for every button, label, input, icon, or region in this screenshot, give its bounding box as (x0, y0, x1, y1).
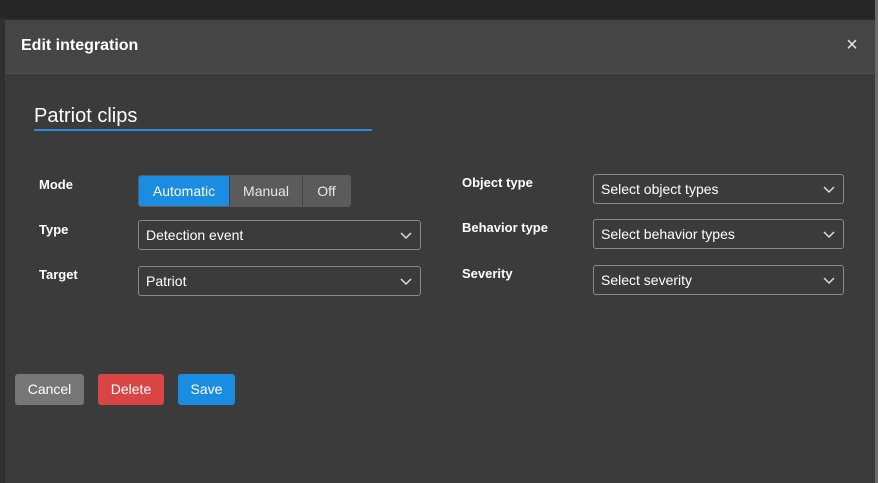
target-select-value: Patriot (146, 273, 187, 289)
dialog-header: Edit integration × (5, 20, 875, 74)
mode-off-button[interactable]: Off (303, 176, 350, 206)
behavior-type-placeholder: Select behavior types (601, 226, 735, 242)
mode-segmented-control: Automatic Manual Off (138, 175, 351, 207)
type-label: Type (39, 222, 69, 237)
target-label: Target (39, 267, 78, 282)
severity-select[interactable]: Select severity (593, 265, 844, 295)
severity-label: Severity (462, 266, 513, 281)
delete-button[interactable]: Delete (98, 374, 164, 405)
severity-placeholder: Select severity (601, 272, 693, 288)
chevron-down-icon (823, 186, 835, 194)
object-type-placeholder: Select object types (601, 181, 719, 197)
chevron-down-icon (823, 277, 835, 285)
type-select-value: Detection event (146, 227, 244, 243)
edit-integration-dialog: Edit integration × Mode Type Target Auto… (5, 20, 875, 483)
background-app-bar (0, 0, 878, 18)
type-select[interactable]: Detection event (138, 220, 421, 250)
chevron-down-icon (823, 231, 835, 239)
dialog-title: Edit integration (21, 37, 139, 54)
cancel-button[interactable]: Cancel (15, 374, 84, 405)
close-icon[interactable]: × (841, 34, 863, 56)
behavior-type-label: Behavior type (462, 220, 548, 235)
mode-manual-button[interactable]: Manual (230, 176, 303, 206)
behavior-type-select[interactable]: Select behavior types (593, 219, 844, 249)
target-select[interactable]: Patriot (138, 266, 421, 296)
chevron-down-icon (400, 232, 412, 240)
integration-name-input[interactable] (34, 103, 372, 131)
object-type-select[interactable]: Select object types (593, 174, 844, 204)
mode-label: Mode (39, 177, 73, 192)
save-button[interactable]: Save (178, 374, 235, 405)
object-type-label: Object type (462, 175, 533, 190)
chevron-down-icon (400, 278, 412, 286)
mode-automatic-button[interactable]: Automatic (139, 176, 230, 206)
